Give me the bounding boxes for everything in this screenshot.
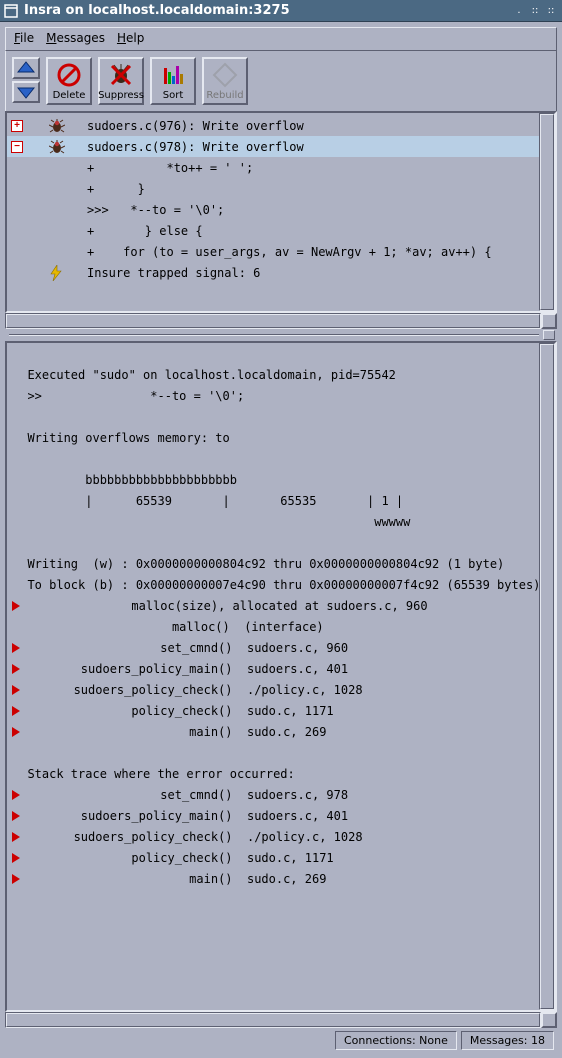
maximize-button[interactable]: :: [528, 4, 542, 18]
detail-pane: Executed "sudo" on localhost.localdomain… [5, 341, 557, 1012]
log-text: + } [87, 182, 145, 196]
bug-icon [49, 119, 87, 133]
log-row[interactable]: + for (to = user_args, av = NewArgv + 1;… [7, 241, 539, 262]
detail-line: set_cmnd() sudoers.c, 978 [13, 785, 533, 806]
menubar: File Messages Help [5, 27, 557, 51]
log-row[interactable]: + sudoers.c(976): Write overflow [7, 115, 539, 136]
log-text: Insure trapped signal: 6 [87, 266, 260, 280]
sort-button[interactable]: Sort [150, 57, 196, 105]
detail-line: Writing (w) : 0x0000000000804c92 thru 0x… [13, 554, 533, 575]
statusbar: Connections: None Messages: 18 [5, 1028, 557, 1053]
status-messages: Messages: 18 [461, 1031, 554, 1050]
scroll-up-button[interactable] [12, 57, 40, 79]
expand-triangle-icon[interactable] [11, 701, 23, 722]
dotted-button[interactable]: :: [544, 4, 558, 18]
log-text: + } else { [87, 224, 203, 238]
rebuild-icon [212, 62, 238, 88]
log-row[interactable]: Insure trapped signal: 6 [7, 262, 539, 283]
detail-line: >> *--to = '\0'; [13, 386, 533, 407]
detail-line: sudoers_policy_main() sudoers.c, 401 [13, 806, 533, 827]
delete-icon [56, 62, 82, 88]
delete-button[interactable]: Delete [46, 57, 92, 105]
menu-messages[interactable]: Messages [46, 31, 105, 45]
log-hscrollbar[interactable] [5, 313, 541, 329]
suppress-icon [108, 62, 134, 88]
log-row[interactable]: − sudoers.c(978): Write overflow [7, 136, 539, 157]
minimize-button[interactable]: . [512, 4, 526, 18]
expand-triangle-icon[interactable] [11, 848, 23, 869]
expand-triangle-icon[interactable] [11, 806, 23, 827]
suppress-button[interactable]: Suppress [98, 57, 144, 105]
expand-triangle-icon[interactable] [11, 869, 23, 890]
log-list[interactable]: + sudoers.c(976): Write overflow − sudoers.… [7, 113, 539, 311]
log-row[interactable]: >>> *--to = '\0'; [7, 199, 539, 220]
suppress-label: Suppress [98, 90, 144, 101]
bug-icon [49, 140, 87, 154]
menu-help[interactable]: Help [117, 31, 144, 45]
client-area: File Messages Help Delete [0, 22, 562, 1058]
detail-line: policy_check() sudo.c, 1171 [13, 701, 533, 722]
menu-file[interactable]: File [14, 31, 34, 45]
expand-triangle-icon[interactable] [11, 722, 23, 743]
detail-line: bbbbbbbbbbbbbbbbbbbbb [13, 470, 533, 491]
expand-toggle[interactable]: − [11, 141, 49, 153]
detail-line: policy_check() sudo.c, 1171 [13, 848, 533, 869]
detail-line: main() sudo.c, 269 [13, 869, 533, 890]
log-text: sudoers.c(978): Write overflow [87, 140, 304, 154]
detail-line: To block (b) : 0x00000000007e4c90 thru 0… [13, 575, 533, 596]
detail-line: main() sudo.c, 269 [13, 722, 533, 743]
log-vscrollbar[interactable] [539, 113, 555, 311]
detail-line: | 65539 | 65535 | 1 | [13, 491, 533, 512]
expand-triangle-icon[interactable] [11, 680, 23, 701]
detail-line: malloc(size), allocated at sudoers.c, 96… [13, 596, 533, 617]
detail-line: Writing overflows memory: to [13, 428, 533, 449]
sort-label: Sort [163, 90, 184, 101]
expand-triangle-icon[interactable] [11, 596, 23, 617]
expand-triangle-icon[interactable] [11, 785, 23, 806]
expand-toggle[interactable]: + [11, 120, 49, 132]
detail-line: set_cmnd() sudoers.c, 960 [13, 638, 533, 659]
toolbar: Delete Suppress Sort [5, 51, 557, 111]
log-row[interactable]: + } [7, 178, 539, 199]
log-text: + *to++ = ' '; [87, 161, 253, 175]
detail-body[interactable]: Executed "sudo" on localhost.localdomain… [7, 343, 539, 1010]
detail-line: sudoers_policy_check() ./policy.c, 1028 [13, 827, 533, 848]
scroll-corner [541, 1012, 557, 1028]
sort-icon [160, 62, 186, 88]
detail-line [13, 449, 533, 470]
log-text: sudoers.c(976): Write overflow [87, 119, 304, 133]
detail-line: malloc() (interface) [13, 617, 533, 638]
expand-triangle-icon[interactable] [11, 638, 23, 659]
window-icon [4, 4, 18, 18]
detail-line: Executed "sudo" on localhost.localdomain… [13, 365, 533, 386]
log-row[interactable]: + *to++ = ' '; [7, 157, 539, 178]
log-pane: + sudoers.c(976): Write overflow − sudoers.… [5, 111, 557, 313]
detail-line: sudoers_policy_main() sudoers.c, 401 [13, 659, 533, 680]
expand-triangle-icon[interactable] [11, 827, 23, 848]
status-connections: Connections: None [335, 1031, 457, 1050]
bolt-icon [49, 265, 87, 281]
titlebar: Insra on localhost.localdomain:3275 . ::… [0, 0, 562, 22]
expand-triangle-icon[interactable] [11, 659, 23, 680]
detail-line [13, 407, 533, 428]
detail-line: wwwww [13, 512, 533, 533]
detail-hscrollbar[interactable] [5, 1012, 541, 1028]
scroll-corner [541, 313, 557, 329]
rebuild-button[interactable]: Rebuild [202, 57, 248, 105]
detail-line: sudoers_policy_check() ./policy.c, 1028 [13, 680, 533, 701]
window-title: Insra on localhost.localdomain:3275 [24, 3, 506, 18]
detail-line: Stack trace where the error occurred: [13, 764, 533, 785]
log-row[interactable]: + } else { [7, 220, 539, 241]
delete-label: Delete [53, 90, 86, 101]
rebuild-label: Rebuild [206, 90, 243, 101]
detail-line [13, 743, 533, 764]
log-text: >>> *--to = '\0'; [87, 203, 224, 217]
detail-line [13, 533, 533, 554]
sash[interactable] [5, 329, 557, 341]
scroll-down-button[interactable] [12, 81, 40, 103]
window-controls: . :: :: [512, 4, 558, 18]
log-text: + for (to = user_args, av = NewArgv + 1;… [87, 245, 492, 259]
detail-vscrollbar[interactable] [539, 343, 555, 1010]
